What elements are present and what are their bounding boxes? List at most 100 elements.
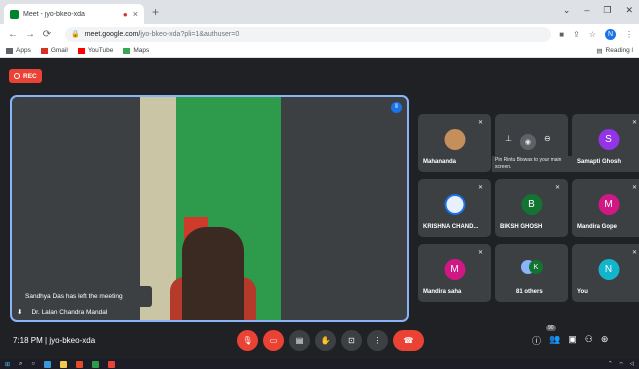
info-icon[interactable]: ⓘ xyxy=(532,334,541,347)
participant-tile[interactable]: ✕ KRISHNA CHAND... xyxy=(418,179,491,237)
avatar: M xyxy=(444,259,465,280)
speaker-video xyxy=(140,97,281,320)
menu-icon[interactable]: ⋮ xyxy=(625,30,633,39)
toolbar-icons: ■ ⇪ ☆ N ⋮ xyxy=(559,28,633,40)
browser-tabstrip: Meet - jyo-bkeo-xda ● × + ⌄ – ❐ ✕ xyxy=(0,0,639,24)
people-icon[interactable]: 👥 90 xyxy=(546,325,560,347)
maximize-button[interactable]: ❐ xyxy=(603,5,611,16)
self-tile[interactable]: ✕ N You xyxy=(572,244,639,302)
mic-off-icon: ✕ xyxy=(554,185,560,191)
mic-off-icon: ✕ xyxy=(477,120,483,126)
forward-icon[interactable]: → xyxy=(23,29,37,40)
meet-stage: REC ⦀ Sandhya Das has left the meeting ⬇… xyxy=(0,58,639,359)
remove-icon[interactable]: ⊖ xyxy=(544,134,551,150)
participant-tile[interactable]: ✕ M Mandira Gope xyxy=(572,179,639,237)
present-button[interactable]: ⊡ xyxy=(341,330,362,351)
meeting-time: 7:18 PM xyxy=(13,336,43,345)
profile-avatar[interactable]: N xyxy=(605,28,616,40)
network-icon[interactable]: ⌔ xyxy=(619,361,624,368)
mic-off-icon: ✕ xyxy=(477,185,483,191)
mute-participant-icon[interactable]: ◉ xyxy=(519,134,536,150)
taskbar-app-icon[interactable] xyxy=(76,360,84,368)
back-icon[interactable]: ← xyxy=(6,29,20,40)
captions-button[interactable]: ▤ xyxy=(289,330,310,351)
taskbar-app-icon[interactable] xyxy=(44,360,52,368)
participant-count: 90 xyxy=(546,325,556,331)
apps-grid-icon xyxy=(6,47,13,54)
participant-tile[interactable]: ✕ Mahananda xyxy=(418,114,491,172)
cortana-icon[interactable]: ○ xyxy=(31,361,35,367)
avatar: M xyxy=(598,194,619,215)
bookmark-youtube[interactable]: YouTube xyxy=(77,47,113,54)
start-icon[interactable]: ⊞ xyxy=(5,361,10,368)
call-controls: 🎙 ▭ ▤ ✋ ⊡ ⋮ ☎ xyxy=(237,330,424,351)
share-icon[interactable]: ⇪ xyxy=(573,30,580,39)
volume-icon[interactable]: ◁ xyxy=(630,361,634,368)
reading-list-icon: ▤ xyxy=(596,47,603,55)
participant-tile[interactable]: ✕ M Mandira saha xyxy=(418,244,491,302)
pin-icon[interactable]: ⊥ xyxy=(505,134,512,150)
participant-tile[interactable]: ✕ S Samapti Ghosh xyxy=(572,114,639,172)
new-tab-button[interactable]: + xyxy=(152,5,159,19)
tile-hover-controls: ⊥ ◉ ⊖ xyxy=(505,134,551,150)
mic-off-icon: ✕ xyxy=(631,185,637,191)
more-options-button[interactable]: ⋮ xyxy=(367,330,388,351)
close-tab-icon[interactable]: × xyxy=(133,9,138,19)
youtube-icon xyxy=(77,47,85,54)
meeting-code: jyo-bkeo-xda xyxy=(49,336,96,345)
raise-hand-button[interactable]: ✋ xyxy=(315,330,336,351)
chat-icon[interactable]: ▣ xyxy=(568,334,577,347)
separator: | xyxy=(45,336,48,345)
record-icon xyxy=(14,73,20,79)
url-host: meet.google.com/ xyxy=(84,30,141,38)
mic-off-icon: ✕ xyxy=(631,120,637,126)
camera-toggle-button[interactable]: ▭ xyxy=(263,330,284,351)
mic-toggle-button[interactable]: 🎙 xyxy=(237,330,258,351)
bookmark-apps[interactable]: Apps xyxy=(6,47,31,54)
others-tile[interactable]: K 81 others xyxy=(495,244,568,302)
window-controls: ⌄ – ❐ ✕ xyxy=(563,5,633,16)
rec-label: REC xyxy=(23,72,37,80)
main-speaker-tile[interactable]: ⦀ Sandhya Das has left the meeting ⬇ Dr.… xyxy=(10,95,409,322)
taskbar-app-icon[interactable] xyxy=(108,360,116,368)
avatar: K xyxy=(529,260,543,274)
camera-in-use-icon[interactable]: ■ xyxy=(559,30,564,39)
recording-badge[interactable]: REC xyxy=(9,69,42,83)
avatar xyxy=(444,194,465,215)
mic-off-icon: ✕ xyxy=(477,250,483,256)
minimize-button[interactable]: – xyxy=(584,5,589,16)
bookmark-maps[interactable]: Maps xyxy=(123,47,149,54)
tray-icon[interactable]: ⌃ xyxy=(608,361,613,368)
os-taskbar: ⊞ ⌕ ○ ⌃ ⌔ ◁ xyxy=(0,359,639,369)
taskbar-app-icon[interactable] xyxy=(60,360,68,368)
meet-favicon-icon xyxy=(10,9,19,19)
pin-icon: ⬇ xyxy=(17,309,23,316)
leave-call-button[interactable]: ☎ xyxy=(393,330,424,351)
close-window-button[interactable]: ✕ xyxy=(625,5,633,16)
notification-toast: Sandhya Das has left the meeting xyxy=(15,286,152,307)
avatar: N xyxy=(598,259,619,280)
tab-search-icon[interactable]: ⌄ xyxy=(563,5,571,16)
url-path: jyo-bkeo-xda?pli=1&authuser=0 xyxy=(140,30,240,38)
speaking-indicator-icon: ⦀ xyxy=(391,102,402,113)
bookmark-star-icon[interactable]: ☆ xyxy=(589,30,596,39)
reload-icon[interactable]: ⟳ xyxy=(40,29,54,40)
reading-list[interactable]: ▤ Reading l xyxy=(596,47,633,55)
address-bar[interactable]: 🔒 meet.google.com/ jyo-bkeo-xda?pli=1&au… xyxy=(65,26,552,42)
avatar xyxy=(444,129,465,150)
side-panel-icons: ⓘ 👥 90 ▣ ⚇ ⊛ xyxy=(532,325,609,347)
meeting-controls-bar: 7:18 PM | jyo-bkeo-xda 🎙 ▭ ▤ ✋ ⊡ ⋮ ☎ ⓘ 👥… xyxy=(0,324,639,359)
taskbar-app-icon[interactable] xyxy=(92,360,100,368)
activities-icon[interactable]: ⚇ xyxy=(585,334,593,347)
bookmark-gmail[interactable]: Gmail xyxy=(40,47,68,54)
pin-tooltip: Pin Rintu Biswas to your main screen. xyxy=(492,156,576,172)
search-icon[interactable]: ⌕ xyxy=(19,361,22,368)
gmail-icon xyxy=(40,47,48,54)
tab-title: Meet - jyo-bkeo-xda xyxy=(23,10,85,18)
avatar: B xyxy=(521,194,542,215)
meeting-details: 7:18 PM | jyo-bkeo-xda xyxy=(13,336,95,345)
participant-tile[interactable]: ✕ B BIKSH GHOSH xyxy=(495,179,568,237)
tab-meet[interactable]: Meet - jyo-bkeo-xda ● × xyxy=(4,4,144,24)
bookmarks-bar: Apps Gmail YouTube Maps ▤ Reading l xyxy=(0,44,639,58)
host-controls-icon[interactable]: ⊛ xyxy=(601,334,609,347)
